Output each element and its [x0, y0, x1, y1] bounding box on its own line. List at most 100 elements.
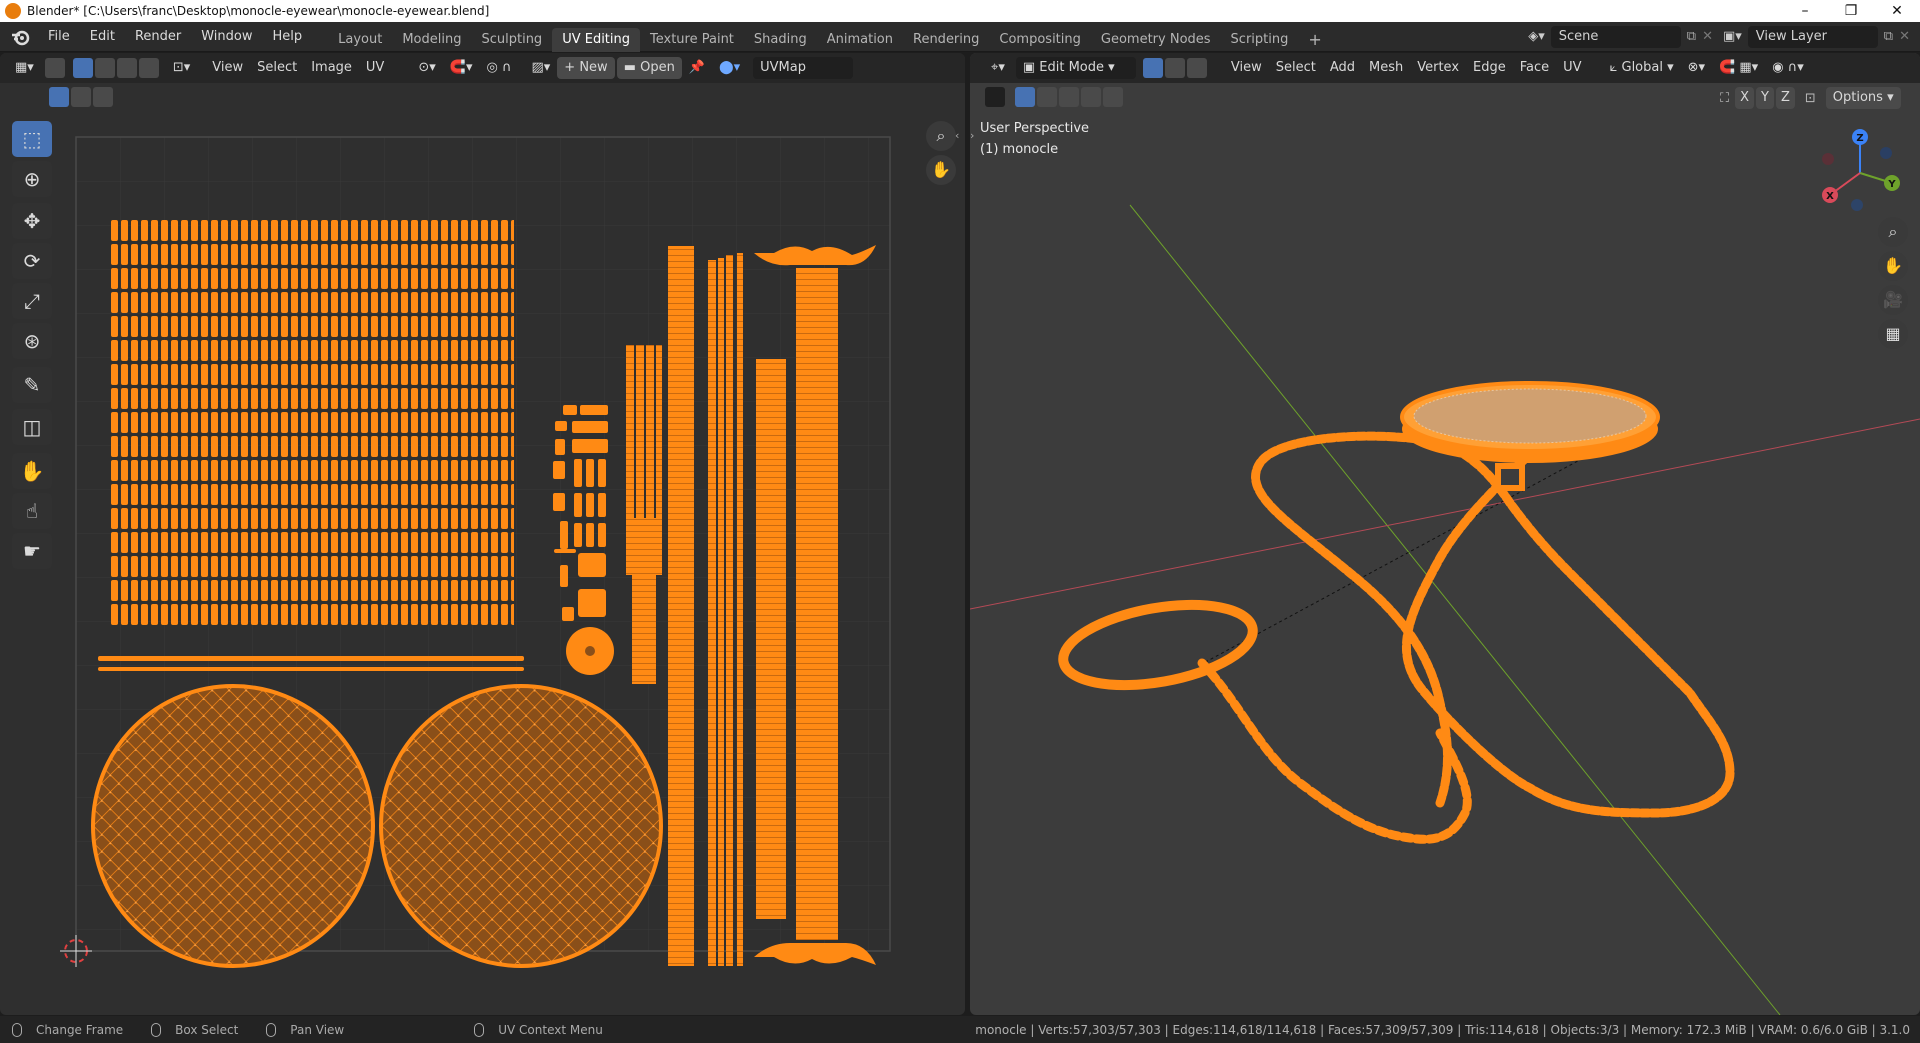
tab-compositing[interactable]: Compositing — [989, 28, 1091, 52]
sticky-selection-icon[interactable]: ⊡▾ — [166, 57, 197, 79]
vp-menu-uv[interactable]: UV — [1556, 57, 1588, 79]
uv-select-extend-icon[interactable] — [71, 87, 91, 107]
vp-select-invert-icon[interactable] — [1081, 87, 1101, 107]
open-image-button[interactable]: ▬ Open — [616, 57, 682, 79]
tab-layout[interactable]: Layout — [328, 28, 392, 52]
close-button[interactable]: ✕ — [1874, 3, 1920, 19]
scale-tool[interactable]: ⤢ — [12, 283, 52, 319]
blender-menu-icon[interactable] — [10, 26, 32, 48]
face-select-icon[interactable] — [116, 58, 137, 78]
tab-scripting[interactable]: Scripting — [1221, 28, 1299, 52]
uv-editor-area[interactable]: ▦▾ ⊡▾ View Select Image UV ⊙▾ 🧲▾ ◎ ∩ ▨▾ … — [0, 53, 965, 1015]
face-mode-icon[interactable] — [1186, 58, 1207, 78]
vp-menu-add[interactable]: Add — [1323, 57, 1362, 79]
navigation-gizmo[interactable]: Z Y X — [1810, 123, 1910, 223]
view-layer-icon[interactable]: ▣▾ — [1723, 29, 1742, 44]
pivot-point-icon[interactable]: ⊗▾ — [1681, 57, 1712, 79]
vp-select-extend-icon[interactable] — [1037, 87, 1057, 107]
add-workspace-button[interactable]: + — [1298, 28, 1331, 52]
maximize-button[interactable]: ❐ — [1828, 3, 1874, 19]
scene-new-icon[interactable]: ⧉ — [1687, 29, 1696, 44]
transform-tool[interactable]: ⊛ — [12, 323, 52, 359]
scene-remove-icon[interactable]: ✕ — [1702, 29, 1713, 44]
island-select-icon[interactable] — [138, 58, 159, 78]
grab-tool[interactable]: ✋ — [12, 453, 52, 489]
menu-file[interactable]: File — [38, 29, 80, 44]
view-layer-field[interactable]: View Layer — [1747, 25, 1878, 48]
ortho-toggle-icon[interactable]: ▦ — [1878, 319, 1908, 349]
tab-modeling[interactable]: Modeling — [392, 28, 471, 52]
3d-viewport-area[interactable]: ⌖▾ ▣ Edit Mode ▾ View Select Add Mesh Ve… — [970, 53, 1920, 1015]
axis-z-toggle[interactable]: Z — [1775, 87, 1795, 109]
mirror-icon[interactable]: ⛶ — [1720, 91, 1729, 106]
toolbar-toggle-icon[interactable]: › — [970, 129, 974, 142]
snap-icon[interactable]: 🧲▾ — [443, 57, 480, 79]
menu-help[interactable]: Help — [263, 29, 313, 44]
snapping-icon[interactable]: 🧲 ▦▾ — [1712, 57, 1765, 79]
relax-tool[interactable]: ☝ — [12, 493, 52, 529]
tab-sculpting[interactable]: Sculpting — [471, 28, 552, 52]
tab-shading[interactable]: Shading — [744, 28, 817, 52]
pinch-tool[interactable]: ☛ — [12, 533, 52, 569]
scene-icon[interactable]: ◈▾ — [1528, 29, 1545, 44]
menu-edit[interactable]: Edit — [80, 29, 125, 44]
tab-rendering[interactable]: Rendering — [903, 28, 989, 52]
uv-canvas[interactable] — [0, 53, 965, 1015]
move-tool[interactable]: ✥ — [12, 203, 52, 239]
vp-menu-edge[interactable]: Edge — [1466, 57, 1513, 79]
editor-type-icon[interactable]: ▦▾ — [8, 57, 41, 79]
tab-texture-paint[interactable]: Texture Paint — [640, 28, 744, 52]
tab-uv-editing[interactable]: UV Editing — [552, 27, 641, 52]
minimize-button[interactable]: – — [1782, 3, 1828, 19]
uv-menu-image[interactable]: Image — [304, 57, 359, 79]
display-channels-icon[interactable]: ⬤▾ — [712, 57, 747, 79]
object-select-icon[interactable] — [985, 87, 1005, 107]
vp-select-subtract-icon[interactable] — [1059, 87, 1079, 107]
pivot-icon[interactable]: ⊙▾ — [411, 57, 442, 79]
vp-select-intersect-icon[interactable] — [1103, 87, 1123, 107]
options-dropdown[interactable]: Options ▾ — [1825, 87, 1901, 109]
rip-tool[interactable]: ◫ — [12, 409, 52, 445]
mode-dropdown[interactable]: ▣ Edit Mode ▾ — [1015, 57, 1136, 79]
vertex-mode-icon[interactable] — [1142, 58, 1163, 78]
uv-menu-uv[interactable]: UV — [359, 57, 391, 79]
tab-animation[interactable]: Animation — [817, 28, 903, 52]
orientation-dropdown[interactable]: ⟀ Global ▾ — [1603, 57, 1681, 79]
viewport-3d-scene[interactable] — [970, 53, 1920, 1015]
cursor-tool[interactable]: ⊕ — [12, 161, 52, 197]
select-box-tool[interactable]: ⬚ — [12, 121, 52, 157]
uv-menu-view[interactable]: View — [205, 57, 250, 79]
axis-x-toggle[interactable]: X — [1735, 87, 1755, 109]
viewport-zoom-icon[interactable]: ⌕ — [1878, 217, 1908, 247]
vp-select-new-icon[interactable] — [1015, 87, 1035, 107]
viewport-editor-type-icon[interactable]: ⌖▾ — [984, 57, 1012, 79]
pan-hand-icon[interactable]: ✋ — [926, 155, 956, 185]
menu-window[interactable]: Window — [191, 29, 262, 44]
annotate-tool[interactable]: ✎ — [12, 367, 52, 403]
vp-menu-vertex[interactable]: Vertex — [1410, 57, 1466, 79]
uv-menu-select[interactable]: Select — [250, 57, 304, 79]
zoom-icon[interactable]: ⌕ — [926, 121, 956, 151]
uvmap-field[interactable]: UVMap — [753, 57, 854, 79]
new-image-button[interactable]: + New — [557, 57, 615, 79]
uv-select-new-icon[interactable] — [49, 87, 69, 107]
uv-sync-selection-icon[interactable] — [44, 58, 65, 78]
uv-select-subtract-icon[interactable] — [93, 87, 113, 107]
rotate-tool[interactable]: ⟳ — [12, 243, 52, 279]
auto-merge-icon[interactable]: ⊡ — [1805, 91, 1816, 106]
scene-field[interactable]: Scene — [1550, 25, 1681, 48]
vp-menu-view[interactable]: View — [1224, 57, 1269, 79]
proportional-edit-icon[interactable]: ◎ ∩ — [479, 57, 518, 79]
tab-geometry-nodes[interactable]: Geometry Nodes — [1091, 28, 1221, 52]
vp-menu-face[interactable]: Face — [1513, 57, 1556, 79]
viewport-pan-icon[interactable]: ✋ — [1878, 251, 1908, 281]
pin-icon[interactable]: 📌 — [682, 57, 712, 79]
vertex-select-icon[interactable] — [72, 58, 93, 78]
vp-menu-select[interactable]: Select — [1269, 57, 1323, 79]
camera-view-icon[interactable]: 🎥 — [1878, 285, 1908, 315]
edge-select-icon[interactable] — [94, 58, 115, 78]
proportional-editing-icon[interactable]: ◉ ∩▾ — [1765, 57, 1811, 79]
view-layer-new-icon[interactable]: ⧉ — [1884, 29, 1893, 44]
image-browse-icon[interactable]: ▨▾ — [524, 57, 557, 79]
axis-y-toggle[interactable]: Y — [1756, 87, 1774, 109]
